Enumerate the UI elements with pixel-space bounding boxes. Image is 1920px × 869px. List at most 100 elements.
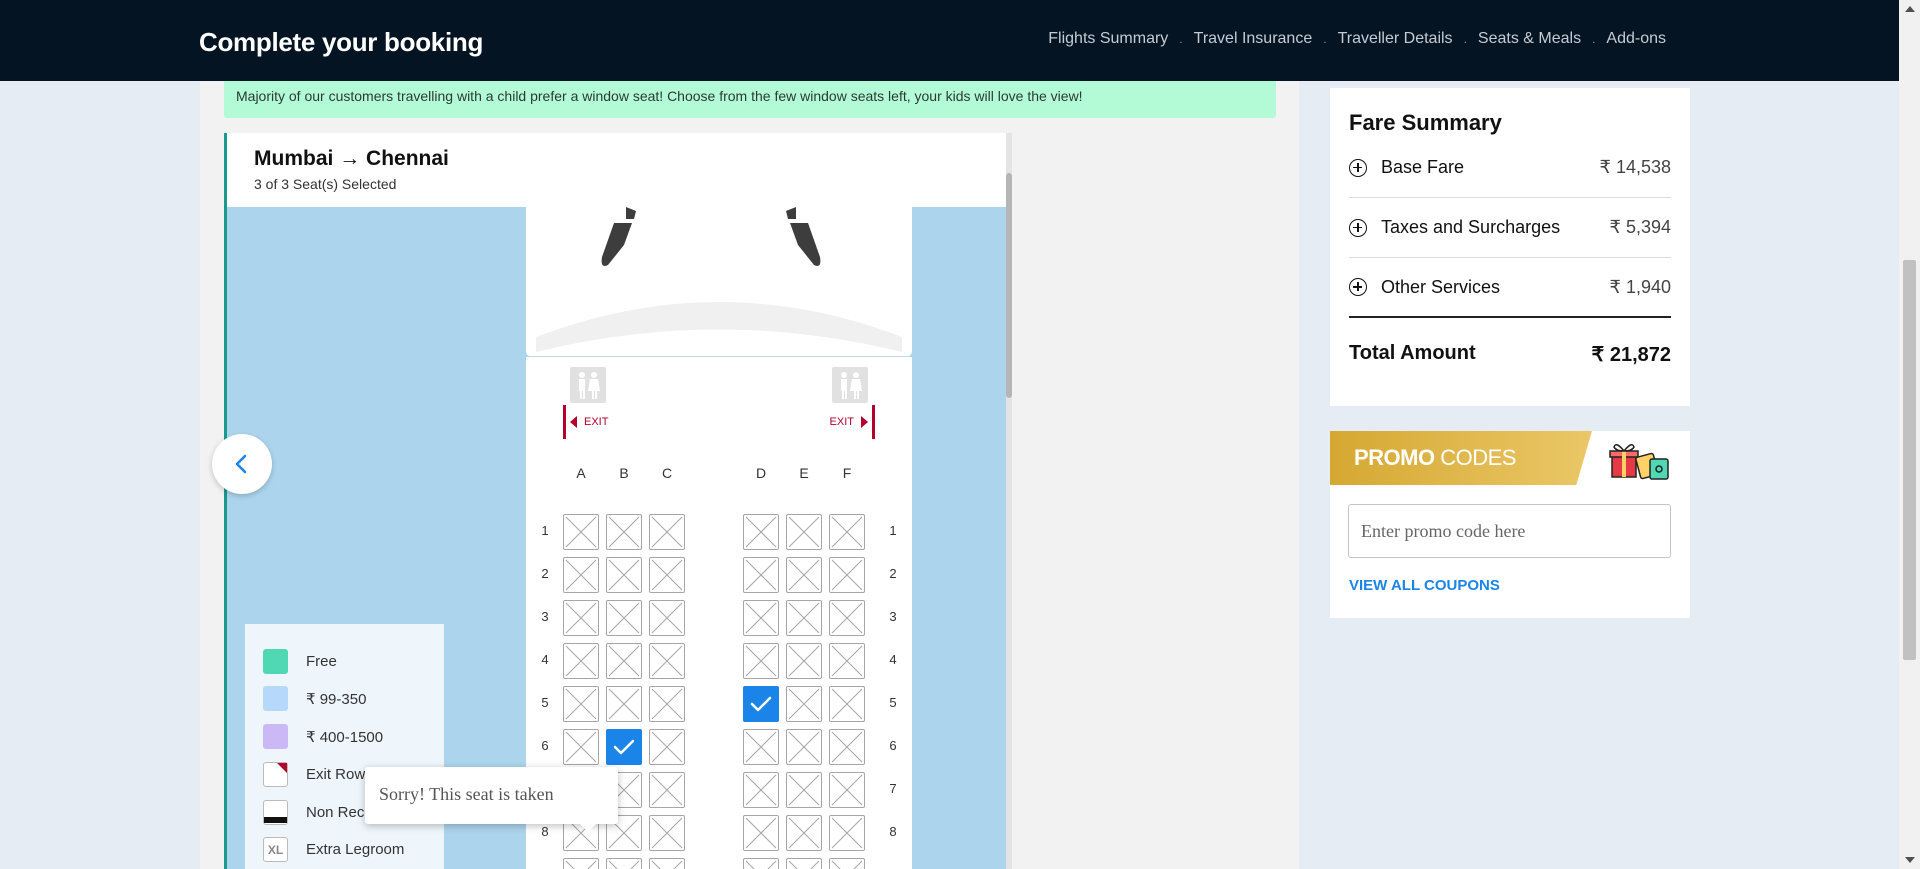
seat-1a[interactable] (563, 514, 599, 550)
page-scrollbar[interactable] (1899, 0, 1920, 869)
seat-4a[interactable] (563, 643, 599, 679)
seat-2e[interactable] (786, 557, 822, 593)
seat-6e[interactable] (786, 729, 822, 765)
row-number: 3 (541, 609, 549, 624)
seat-5e[interactable] (786, 686, 822, 722)
seat-9d[interactable] (743, 858, 779, 869)
seat-1b[interactable] (606, 514, 642, 550)
nav-seats-meals[interactable]: Seats & Meals (1478, 30, 1581, 48)
nav-traveller-details[interactable]: Traveller Details (1338, 30, 1453, 48)
seat-1d[interactable] (743, 514, 779, 550)
seat-2d[interactable] (743, 557, 779, 593)
seat-5b[interactable] (606, 686, 642, 722)
expand-plus-icon[interactable] (1349, 158, 1367, 177)
seat-4c[interactable] (649, 643, 685, 679)
seat-3e[interactable] (786, 600, 822, 636)
seat-6f[interactable] (829, 729, 865, 765)
seat-5d[interactable] (743, 686, 779, 722)
view-all-coupons-link[interactable]: VIEW ALL COUPONS (1349, 577, 1500, 594)
seat-1e[interactable] (786, 514, 822, 550)
seat-6c[interactable] (649, 729, 685, 765)
nav-separator: . (1179, 32, 1183, 46)
seat-6d[interactable] (743, 729, 779, 765)
legend-item-price-low: ₹ 99-350 (263, 686, 366, 711)
promo-code-input[interactable] (1348, 504, 1671, 558)
seat-7e[interactable] (786, 772, 822, 808)
taken-x-icon (788, 516, 820, 548)
taken-x-icon (788, 688, 820, 720)
seat-3f[interactable] (829, 600, 865, 636)
seat-8e[interactable] (786, 815, 822, 851)
seat-6b[interactable] (606, 729, 642, 765)
seat-1c[interactable] (649, 514, 685, 550)
seat-selection-status: 3 of 3 Seat(s) Selected (254, 176, 397, 192)
windshield-left-icon (601, 207, 636, 266)
seat-3c[interactable] (649, 600, 685, 636)
seat-4e[interactable] (786, 643, 822, 679)
seat-3a[interactable] (563, 600, 599, 636)
seat-4d[interactable] (743, 643, 779, 679)
seat-7d[interactable] (743, 772, 779, 808)
seat-4b[interactable] (606, 643, 642, 679)
seat-5f[interactable] (829, 686, 865, 722)
seat-7c[interactable] (649, 772, 685, 808)
seat-2f[interactable] (829, 557, 865, 593)
fare-row-other-services[interactable]: Other Services ₹ 1,940 (1349, 258, 1671, 318)
taken-x-icon (788, 559, 820, 591)
exit-row-icon (263, 762, 288, 787)
column-letter-e: E (799, 465, 809, 481)
non-recline-icon (263, 800, 288, 825)
taken-x-icon (651, 688, 683, 720)
total-amount: ₹ 21,872 (1591, 344, 1671, 366)
seat-1f[interactable] (829, 514, 865, 550)
legend-item-price-high: ₹ 400-1500 (263, 724, 383, 749)
seat-4f[interactable] (829, 643, 865, 679)
destination-city: Chennai (366, 147, 449, 170)
seat-9f[interactable] (829, 858, 865, 869)
fare-row-taxes[interactable]: Taxes and Surcharges ₹ 5,394 (1349, 198, 1671, 258)
seat-9a[interactable] (563, 858, 599, 869)
legend-label: Exit Row (306, 766, 366, 783)
nav-travel-insurance[interactable]: Travel Insurance (1194, 30, 1313, 48)
seat-map-header: Mumbai → Chennai 3 of 3 Seat(s) Selected (227, 133, 1012, 207)
seat-9e[interactable] (786, 858, 822, 869)
taken-x-icon (565, 860, 597, 869)
nav-flights-summary[interactable]: Flights Summary (1048, 30, 1168, 48)
promo-codes-card: PROMO CODES VIEW ALL COUPONS (1330, 431, 1690, 618)
seat-7f[interactable] (829, 772, 865, 808)
page-scroll-thumb[interactable] (1903, 260, 1916, 660)
nav-add-ons[interactable]: Add-ons (1606, 30, 1666, 48)
fare-row-base-fare[interactable]: Base Fare ₹ 14,538 (1349, 138, 1671, 198)
seat-2b[interactable] (606, 557, 642, 593)
legend-item-free: Free (263, 649, 337, 674)
seat-3d[interactable] (743, 600, 779, 636)
fare-amount: ₹ 5,394 (1609, 217, 1672, 237)
scroll-down-arrow-icon[interactable] (1905, 857, 1915, 863)
seat-5a[interactable] (563, 686, 599, 722)
seat-6a[interactable] (563, 729, 599, 765)
seat-3b[interactable] (606, 600, 642, 636)
seat-9b[interactable] (606, 858, 642, 869)
seat-8c[interactable] (649, 815, 685, 851)
row-number: 4 (889, 652, 897, 667)
window-seat-alert: Majority of our customers travelling wit… (224, 81, 1276, 118)
taken-x-icon (608, 645, 640, 677)
expand-plus-icon[interactable] (1349, 278, 1367, 296)
taken-x-icon (745, 774, 777, 806)
row-number: 1 (889, 523, 897, 538)
seat-8f[interactable] (829, 815, 865, 851)
expand-plus-icon[interactable] (1349, 218, 1367, 237)
scroll-up-arrow-icon[interactable] (1905, 6, 1915, 12)
seat-2c[interactable] (649, 557, 685, 593)
lavatory-icon (570, 367, 606, 403)
exit-label: EXIT (829, 416, 854, 428)
seat-8d[interactable] (743, 815, 779, 851)
seat-map-scrollbar[interactable] (1006, 133, 1012, 869)
seat-5c[interactable] (649, 686, 685, 722)
promo-title-rest: CODES (1434, 445, 1516, 470)
seat-map-scroll-thumb[interactable] (1006, 173, 1012, 398)
seat-9c[interactable] (649, 858, 685, 869)
previous-flight-button[interactable] (212, 434, 272, 494)
seat-2a[interactable] (563, 557, 599, 593)
taken-x-icon (608, 860, 640, 869)
